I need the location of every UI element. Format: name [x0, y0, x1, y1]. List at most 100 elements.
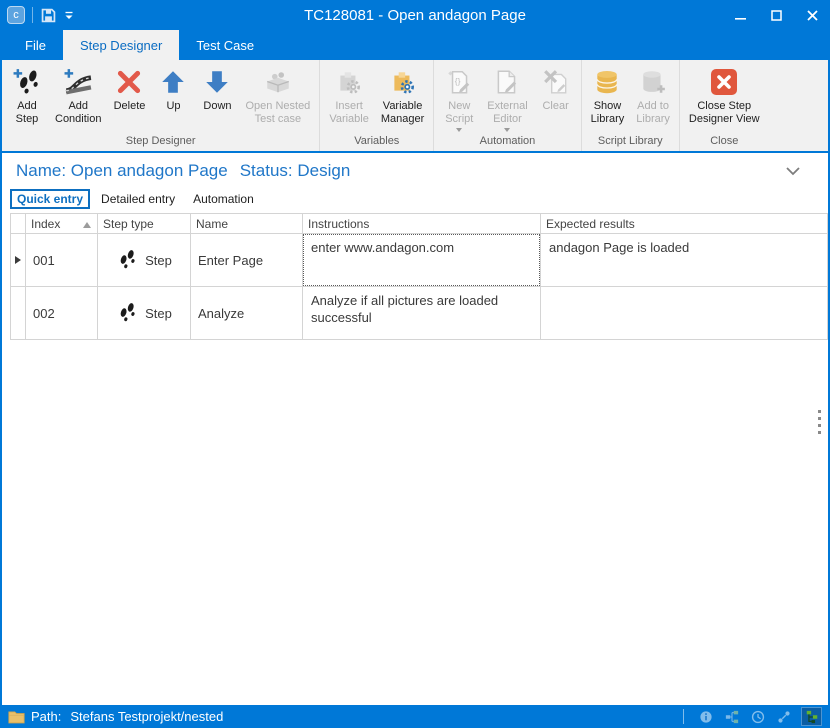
- quick-access-toolbar: c: [0, 6, 74, 24]
- column-header-index-label: Index: [31, 217, 60, 231]
- collapse-chevron-icon[interactable]: [786, 167, 800, 176]
- step-designer-panel: Name: Open andagon Page Status: Design Q…: [2, 153, 828, 705]
- delete-button[interactable]: Delete: [107, 64, 151, 115]
- tab-quick-entry[interactable]: Quick entry: [10, 189, 90, 209]
- group-label-step-designer: Step Designer: [5, 135, 316, 151]
- nested-testcase-icon: [262, 66, 294, 98]
- open-nested-testcase-label: Open Nested Test case: [245, 100, 310, 126]
- current-row-marker-icon: [15, 256, 21, 264]
- external-editor-dropdown-icon[interactable]: [504, 128, 510, 132]
- cell-step-type[interactable]: Step: [98, 234, 191, 287]
- close-button[interactable]: [794, 0, 830, 30]
- show-library-button[interactable]: Show Library: [585, 64, 631, 128]
- folder-icon: [8, 710, 25, 724]
- up-arrow-icon: [157, 66, 189, 98]
- ribbon-tab-bar: File Step Designer Test Case: [0, 30, 830, 60]
- close-step-designer-button[interactable]: Close Step Designer View: [683, 64, 766, 128]
- show-library-label: Show Library: [591, 100, 625, 126]
- splitter-grip[interactable]: [818, 410, 821, 434]
- qat-separator: [32, 7, 33, 23]
- column-header-name[interactable]: Name: [191, 213, 303, 234]
- app-window: TC128081 - Open andagon Page c File Step…: [0, 0, 830, 728]
- minimize-button[interactable]: [722, 0, 758, 30]
- window-controls: [722, 0, 830, 30]
- add-step-icon: [11, 66, 43, 98]
- group-label-variables: Variables: [323, 135, 430, 151]
- column-header-instructions-label: Instructions: [308, 217, 369, 231]
- column-header-step-type[interactable]: Step type: [98, 213, 191, 234]
- add-step-button[interactable]: Add Step: [5, 64, 49, 128]
- history-icon[interactable]: [749, 708, 766, 725]
- delete-label: Delete: [114, 100, 146, 113]
- down-arrow-icon: [201, 66, 233, 98]
- up-label: Up: [166, 100, 180, 113]
- row-selector[interactable]: [10, 234, 26, 287]
- path-value: Stefans Testprojekt/nested: [70, 709, 223, 724]
- svg-text:{}: {}: [455, 76, 461, 86]
- close-step-designer-label: Close Step Designer View: [689, 100, 760, 126]
- document-header: Name: Open andagon Page Status: Design: [2, 153, 828, 183]
- insert-variable-label: Insert Variable: [329, 100, 369, 126]
- group-label-close: Close: [683, 135, 766, 151]
- column-header-instructions[interactable]: Instructions: [303, 213, 541, 234]
- add-condition-icon: [62, 66, 94, 98]
- cell-expected-results[interactable]: [541, 287, 828, 340]
- qat-customize-dropdown-icon[interactable]: [64, 10, 74, 21]
- cell-step-type[interactable]: Step: [98, 287, 191, 340]
- cell-instructions[interactable]: Analyze if all pictures are loaded succe…: [303, 287, 541, 340]
- cell-instructions[interactable]: enter www.andagon.com: [303, 234, 541, 287]
- add-condition-label: Add Condition: [55, 100, 101, 126]
- add-step-label: Add Step: [16, 100, 39, 126]
- delete-icon: [113, 66, 145, 98]
- ribbon-group-close: Close Step Designer View Close: [679, 60, 769, 151]
- step-type-label: Step: [145, 253, 172, 268]
- down-button[interactable]: Down: [195, 64, 239, 115]
- save-icon[interactable]: [40, 7, 57, 24]
- clear-icon: [540, 66, 572, 98]
- new-script-dropdown-icon[interactable]: [456, 128, 462, 132]
- maximize-button[interactable]: [758, 0, 794, 30]
- close-step-icon: [708, 66, 740, 98]
- cell-expected-results[interactable]: andagon Page is loaded: [541, 234, 828, 287]
- cell-index[interactable]: 001: [26, 234, 98, 287]
- cell-name[interactable]: Enter Page: [191, 234, 303, 287]
- open-nested-testcase-button[interactable]: Open Nested Test case: [239, 64, 316, 128]
- cell-name[interactable]: Analyze: [191, 287, 303, 340]
- add-to-library-button[interactable]: Add to Library: [630, 64, 676, 128]
- clear-button[interactable]: Clear: [534, 64, 578, 115]
- variable-manager-icon: [387, 66, 419, 98]
- steps-table: Index Step type Name Instructions Expect…: [10, 213, 828, 340]
- row-selector[interactable]: [10, 287, 26, 340]
- step-footprints-icon: [116, 249, 138, 271]
- tab-file[interactable]: File: [8, 30, 63, 60]
- external-editor-button[interactable]: External Editor: [481, 64, 533, 134]
- add-condition-button[interactable]: Add Condition: [49, 64, 107, 128]
- info-icon[interactable]: [697, 708, 714, 725]
- add-to-library-label: Add to Library: [636, 100, 670, 126]
- variable-manager-label: Variable Manager: [381, 100, 424, 126]
- new-script-label: New Script: [445, 100, 473, 126]
- app-icon[interactable]: c: [7, 6, 25, 24]
- tab-automation[interactable]: Automation: [186, 189, 261, 209]
- up-button[interactable]: Up: [151, 64, 195, 115]
- tab-step-designer[interactable]: Step Designer: [63, 30, 179, 60]
- relations-icon[interactable]: [775, 708, 792, 725]
- ribbon: Add Step Add Condition: [2, 60, 828, 151]
- window-title: TC128081 - Open andagon Page: [0, 7, 830, 24]
- tab-test-case[interactable]: Test Case: [179, 30, 271, 60]
- status-separator: [683, 709, 684, 724]
- cell-index[interactable]: 002: [26, 287, 98, 340]
- hierarchy-icon[interactable]: [723, 708, 740, 725]
- group-label-automation: Automation: [437, 135, 577, 151]
- new-script-button[interactable]: {} New Script: [437, 64, 481, 134]
- dependencies-icon[interactable]: [801, 707, 822, 726]
- column-header-index[interactable]: Index: [26, 213, 98, 234]
- ribbon-group-script-library: Show Library Add to Library Script Libra…: [581, 60, 679, 151]
- variable-manager-button[interactable]: Variable Manager: [375, 64, 430, 128]
- clear-label: Clear: [542, 100, 568, 113]
- group-label-script-library: Script Library: [585, 135, 676, 151]
- column-header-expected-results[interactable]: Expected results: [541, 213, 828, 234]
- insert-variable-button[interactable]: Insert Variable: [323, 64, 375, 128]
- tab-detailed-entry[interactable]: Detailed entry: [94, 189, 182, 209]
- entry-tab-bar: Quick entry Detailed entry Automation: [10, 189, 828, 209]
